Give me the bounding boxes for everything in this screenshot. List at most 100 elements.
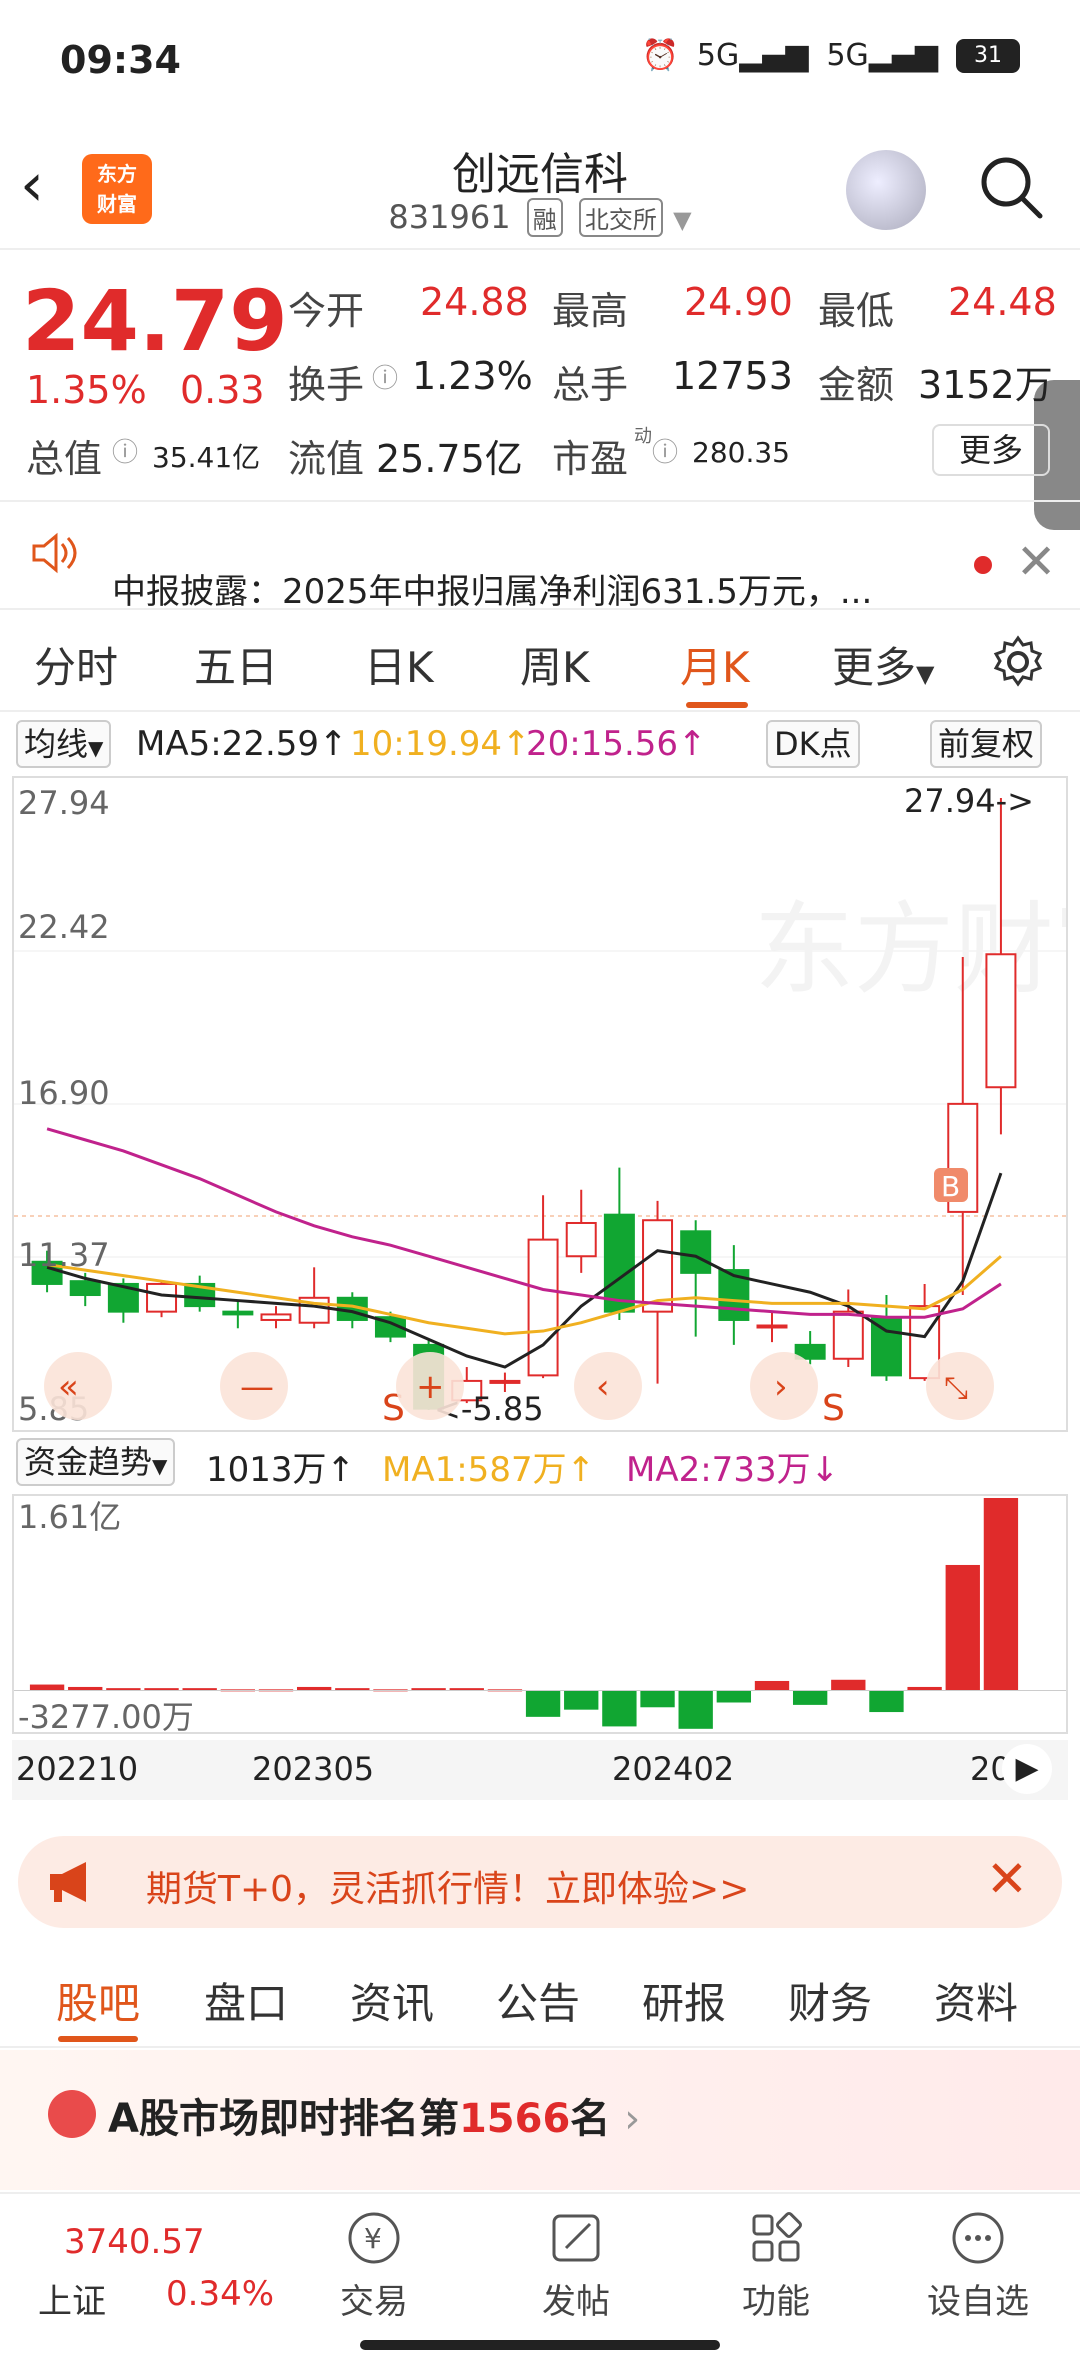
fund-bar (869, 1690, 904, 1713)
tab-monthly-k[interactable]: 月K (680, 634, 750, 695)
chevron-down-icon: ▼ (152, 1454, 168, 1478)
fund-bar (296, 1686, 332, 1691)
high-value: 24.90 (684, 280, 793, 324)
svg-text:¥: ¥ (364, 2222, 382, 2255)
double-left-icon: « (58, 1367, 79, 1407)
tab-finance[interactable]: 财务 (788, 1970, 872, 2031)
nav-watchlist[interactable]: 设自选 (918, 2208, 1038, 2323)
tab-profile[interactable]: 资料 (934, 1970, 1018, 2031)
nav-functions[interactable]: 功能 (716, 2208, 836, 2323)
float-value: 25.75亿 (376, 437, 523, 481)
rank-suffix: 名 (570, 2096, 611, 2142)
mktcap-value: 35.41亿 (152, 441, 261, 474)
fund-bar (831, 1679, 866, 1691)
ma-dropdown-label: 均线 (24, 725, 89, 763)
tab-guba[interactable]: 股吧 (56, 1970, 140, 2031)
promo-banner[interactable]: 期货T+0，灵活抓行情！立即体验>> ✕ (18, 1836, 1062, 1928)
info-icon[interactable]: ⓘ (112, 432, 138, 469)
volume-value: 12753 (672, 354, 793, 398)
pe-sup: 动 (634, 426, 652, 447)
more-dots-icon (952, 2212, 1004, 2264)
tab-five-day[interactable]: 五日 (194, 634, 278, 695)
close-icon[interactable]: ✕ (986, 1850, 1028, 1908)
assistant-avatar[interactable] (846, 150, 926, 230)
open-value: 24.88 (420, 280, 529, 324)
megaphone-icon (50, 1862, 86, 1902)
candle-body (603, 1213, 635, 1313)
notice-bar[interactable]: 中报披露：2025年中报归属净利润631.5万元，... ✕ (0, 504, 1080, 612)
chevron-right-icon[interactable]: ▶ (1002, 1744, 1052, 1794)
tab-orderbook[interactable]: 盘口 (204, 1970, 288, 2031)
candle-body (832, 1310, 864, 1360)
dk-point-dropdown[interactable]: DK点 (766, 720, 860, 768)
index-name: 上证 (38, 2282, 106, 2322)
bar-chart-icon (48, 2090, 96, 2138)
date-axis: 202210 202305 202402 20 ▶ (12, 1740, 1068, 1800)
ma20-value: 20:15.56↑ (526, 724, 707, 764)
fund-bar (945, 1564, 980, 1691)
ma-indicator-row: 均线▼ MA5:22.59↑ 10:19.94↑ 20:15.56↑ DK点 前… (0, 718, 1080, 774)
nav-trade[interactable]: ¥ 交易 (314, 2208, 434, 2323)
candle-body (146, 1282, 178, 1313)
rank-prefix: A股市场即时排名第 (108, 2096, 459, 2142)
alarm-icon: ⏰ (641, 38, 679, 73)
candle-body (642, 1219, 674, 1313)
nav-functions-label: 功能 (742, 2282, 810, 2322)
market-rank-card[interactable]: A股市场即时排名第1566名 › (0, 2050, 1080, 2190)
status-time: 09:34 (60, 38, 181, 82)
low-value: 24.48 (948, 280, 1057, 324)
fund-flow-chart[interactable]: 1.61亿 -3277.00万 (12, 1494, 1068, 1736)
change-amount: 0.33 (180, 368, 265, 412)
gear-icon[interactable] (990, 634, 1046, 690)
kline-svg: 东方财富 27.94 22.42 16.90 11.37 5.85 27.94-… (14, 782, 1080, 1429)
info-icon[interactable]: ⓘ (372, 358, 398, 395)
chevron-right-icon: › (774, 1367, 788, 1407)
fund-bar (792, 1690, 828, 1705)
yen-circle-icon: ¥ (348, 2212, 400, 2264)
candle-body (222, 1310, 254, 1316)
tab-more[interactable]: 更多▼ (832, 634, 934, 695)
tab-more-label: 更多 (832, 643, 917, 692)
index-value: 3740.57 (64, 2222, 205, 2262)
candle-body (69, 1280, 101, 1297)
signal-label-2: 5G (826, 38, 869, 73)
tab-daily-k[interactable]: 日K (364, 634, 434, 695)
candle-body (985, 953, 1017, 1089)
tab-intraday[interactable]: 分时 (34, 634, 118, 695)
fund-trend-dropdown[interactable]: 资金趋势▼ (16, 1438, 176, 1486)
speaker-icon (32, 532, 77, 574)
search-icon[interactable] (976, 152, 1046, 222)
info-icon[interactable]: ⓘ (652, 432, 678, 469)
chevron-down-icon: ▼ (916, 660, 935, 688)
content-tabs: 股吧 盘口 资讯 公告 研报 财务 资料 (0, 1944, 1080, 2048)
battery-icon: 31 (956, 38, 1020, 73)
nav-post[interactable]: 发帖 (516, 2208, 636, 2323)
y-label-3: 16.90 (18, 1074, 110, 1112)
signal-icon-2: 5G▂▄▆ (826, 38, 938, 73)
pe-value: 280.35 (692, 436, 790, 469)
promo-text: 期货T+0，灵活抓行情！立即体验>> (146, 1869, 750, 1910)
stock-code: 831961 (388, 198, 511, 236)
ma-dropdown[interactable]: 均线▼ (16, 720, 112, 768)
candle-body (489, 1379, 521, 1384)
chevron-left-icon: ‹ (596, 1367, 610, 1407)
turnover-value: 1.23% (412, 354, 533, 398)
kline-chart[interactable]: 东方财富 27.94 22.42 16.90 11.37 5.85 27.94-… (12, 776, 1080, 1432)
tab-news[interactable]: 资讯 (350, 1970, 434, 2031)
close-icon[interactable]: ✕ (1016, 534, 1056, 590)
fund-bar (29, 1684, 65, 1691)
adjust-dropdown[interactable]: 前复权 (930, 720, 1043, 768)
tab-research[interactable]: 研报 (642, 1970, 726, 2031)
tab-announcements[interactable]: 公告 (496, 1970, 580, 2031)
s-marker-2: S (822, 1388, 845, 1429)
more-button[interactable]: 更多 (932, 424, 1050, 476)
status-icons: ⏰ 5G▂▄▆ 5G▂▄▆ 31 (642, 38, 1020, 73)
pe-label: 市盈 (552, 437, 629, 481)
edit-icon (552, 2214, 600, 2262)
chevron-down-icon: ▼ (88, 736, 104, 760)
home-indicator (360, 2340, 720, 2350)
stock-header: ‹ 东方 财富 创远信科 831961 融 北交所 ▼ (0, 130, 1080, 250)
change-percent: 1.35% (26, 368, 147, 412)
tab-weekly-k[interactable]: 周K (520, 634, 590, 695)
active-subtab-underline (58, 2036, 138, 2042)
